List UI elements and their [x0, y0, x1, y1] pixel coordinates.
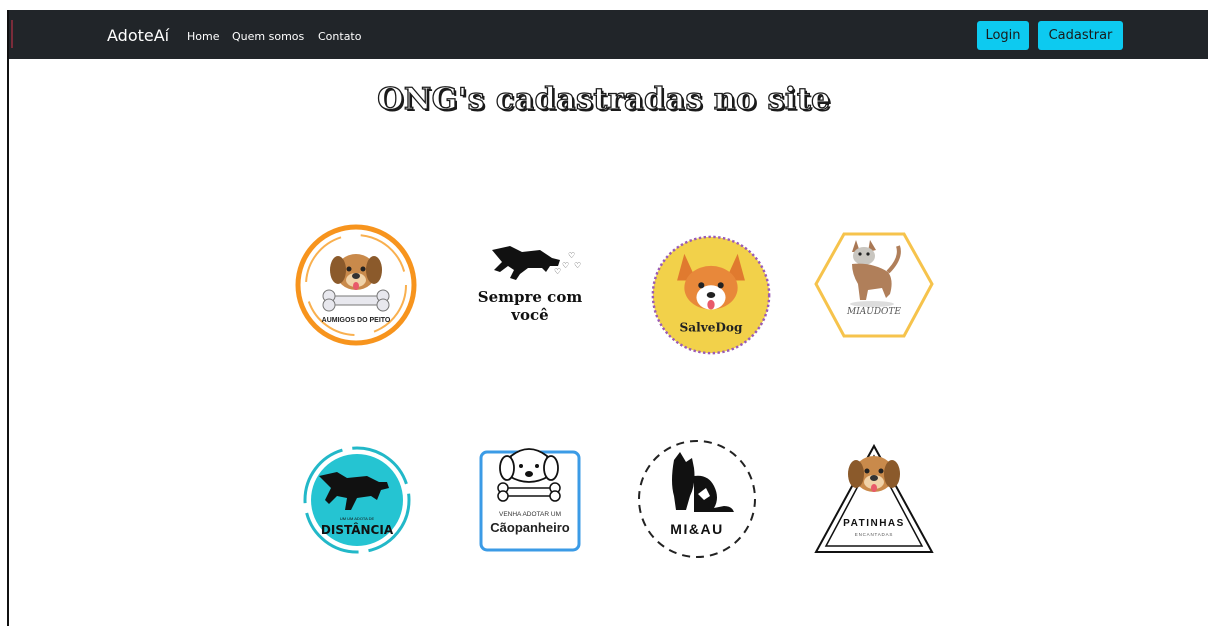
ong-name: DISTÂNCIA [321, 522, 394, 537]
nav-accent [11, 20, 13, 48]
brand-logo[interactable]: AdoteAí [107, 26, 169, 45]
login-button[interactable]: Login [977, 21, 1029, 50]
ong-name: SalveDog [680, 320, 744, 334]
ong-logo-sempre-com-voce[interactable]: ♡ ♡ ♡ ♡ Sempre com você [470, 228, 596, 354]
svg-text:♡: ♡ [574, 261, 581, 270]
ong-name-small: ENCANTADAS [855, 532, 893, 537]
ong-name: Cãopanheiro [490, 520, 570, 535]
page-title: ONG's cadastradas no site [377, 81, 831, 117]
cat-icon: MIAUDOTE [814, 232, 934, 338]
ong-logo-caopanheiro[interactable]: VENHA ADOTAR UM Cãopanheiro [475, 436, 601, 562]
ong-name: AUMIGOS DO PEITO [322, 317, 391, 324]
ong-name-line2: você [510, 306, 548, 324]
nav-link-quem-somos[interactable]: Quem somos [232, 30, 304, 43]
ong-logo-salvedog[interactable]: SalveDog [648, 232, 774, 358]
svg-text:♡: ♡ [562, 261, 569, 270]
ong-name: MIAUDOTE [846, 307, 901, 317]
ong-name-line1: Sempre com [478, 288, 583, 306]
ong-logo-miaudote[interactable]: MIAUDOTE [812, 228, 938, 354]
ong-logo-patinhas-encantadas[interactable]: PATINHAS ENCANTADAS [812, 440, 938, 566]
ong-name: MI&AU [670, 521, 723, 537]
dog-triangle-icon: PATINHAS ENCANTADAS [814, 443, 934, 553]
dog-bone-outline-icon: VENHA ADOTAR UM Cãopanheiro [479, 448, 581, 552]
navbar: AdoteAí Home Quem somos Contato Login Ca… [9, 10, 1208, 59]
corgi-icon: SalveDog [651, 235, 771, 355]
ong-name-small: UM UM ADOTA DE [340, 516, 375, 521]
dog-silhouette-icon: UM UM ADOTA DE DISTÂNCIA [303, 446, 411, 554]
nav-link-contato[interactable]: Contato [318, 30, 361, 43]
ong-logo-aumigos-do-peito[interactable]: AUMIGOS DO PEITO [293, 222, 419, 348]
svg-text:♡: ♡ [554, 267, 561, 276]
register-button[interactable]: Cadastrar [1038, 21, 1123, 50]
svg-text:♡: ♡ [568, 251, 575, 260]
ong-logo-mi-au[interactable]: MI&AU [634, 436, 760, 562]
dog-bone-icon: AUMIGOS DO PEITO [295, 224, 417, 346]
running-dog-icon: ♡ ♡ ♡ ♡ Sempre com você [478, 246, 583, 324]
nav-link-home[interactable]: Home [187, 30, 219, 43]
ong-logo-distancia[interactable]: UM UM ADOTA DE DISTÂNCIA [297, 440, 423, 566]
ong-name-small: VENHA ADOTAR UM [499, 511, 561, 518]
ong-name: PATINHAS [843, 518, 905, 529]
cat-dog-silhouette-icon: MI&AU [638, 440, 756, 558]
